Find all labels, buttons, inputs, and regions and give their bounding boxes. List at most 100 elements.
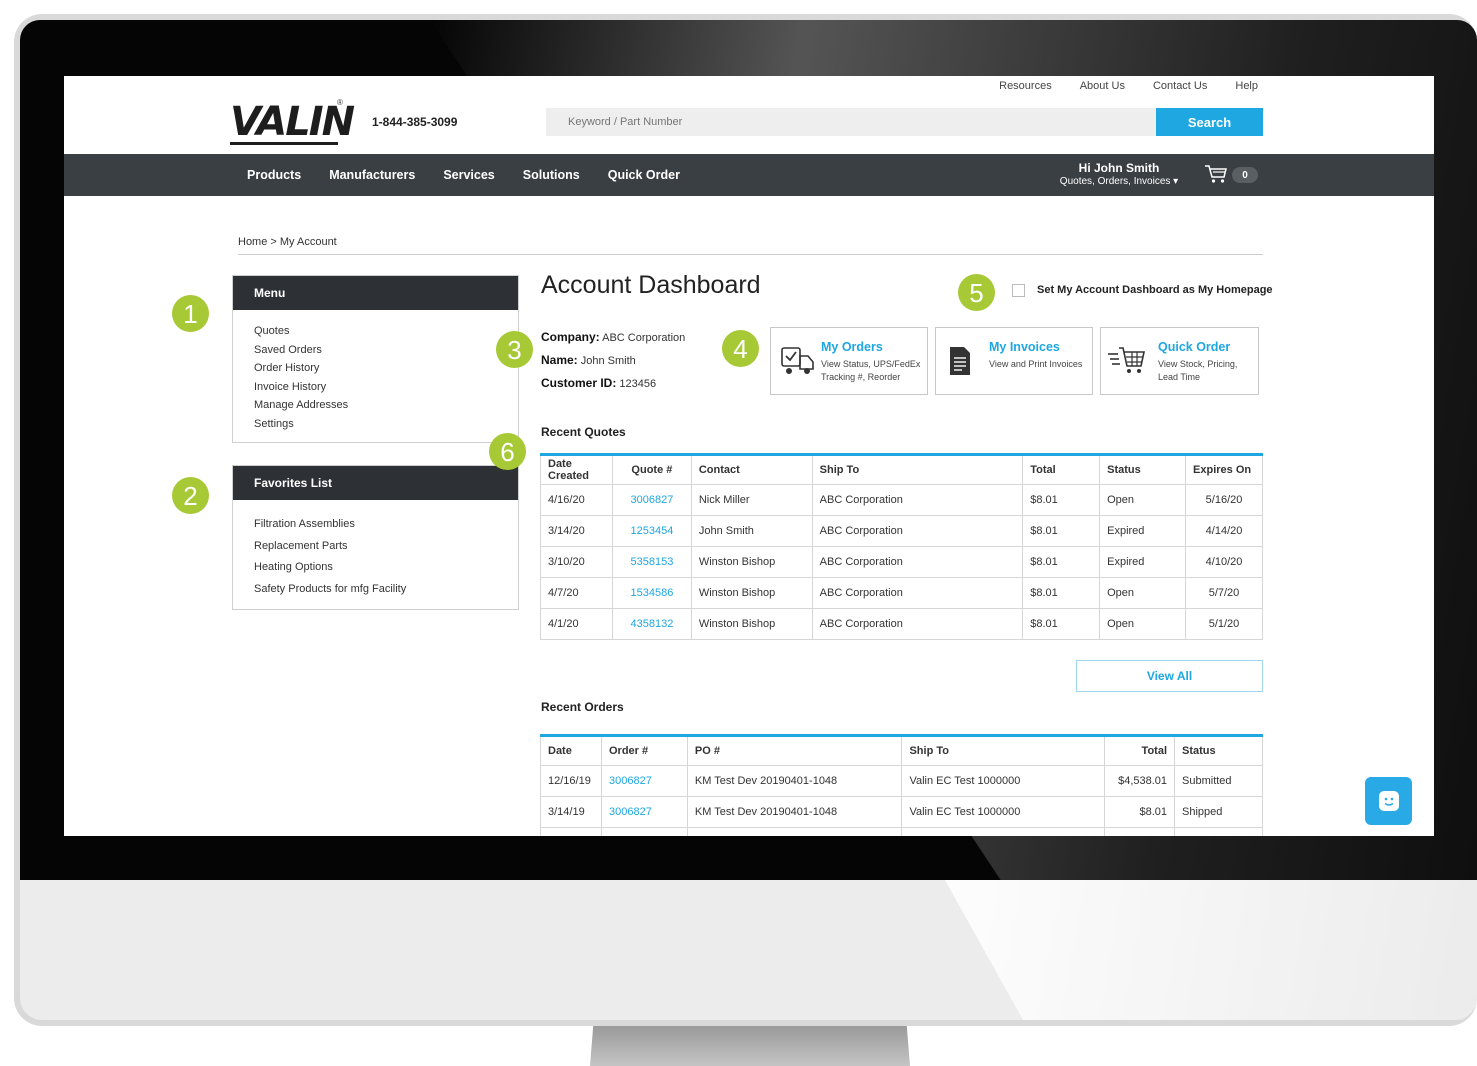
favorite-item[interactable]: Filtration Assemblies xyxy=(254,514,518,536)
cart-count-badge[interactable]: 0 xyxy=(1232,167,1258,183)
view-all-button[interactable]: View All xyxy=(1076,660,1263,692)
cell-status: Expired xyxy=(1099,515,1187,547)
quote-link[interactable]: 3006827 xyxy=(611,484,692,516)
nav-solutions[interactable]: Solutions xyxy=(523,168,580,182)
menu-item-saved-orders[interactable]: Saved Orders xyxy=(254,341,518,360)
cell-total: $4,538.01 xyxy=(1104,765,1176,797)
callout-badge-3: 3 xyxy=(496,331,533,368)
chat-button[interactable] xyxy=(1365,777,1412,825)
breadcrumb-divider xyxy=(238,254,1263,255)
cell-expires: 5/7/20 xyxy=(1185,577,1263,609)
quote-link[interactable]: 4358132 xyxy=(611,608,692,640)
quick-order-title: Quick Order xyxy=(1158,340,1231,354)
col-date[interactable]: Date xyxy=(540,735,602,766)
order-link[interactable]: 3006827 xyxy=(600,765,688,797)
account-dropdown[interactable]: Hi John Smith Quotes, Orders, Invoices ▾ xyxy=(1044,161,1194,189)
company-label: Company: xyxy=(541,330,600,344)
search-button[interactable]: Search xyxy=(1156,108,1263,136)
customer-id-value: 123456 xyxy=(619,378,657,390)
col-quote-number[interactable]: Quote # xyxy=(611,454,692,485)
util-link-help[interactable]: Help xyxy=(1235,80,1258,92)
col-status[interactable]: Status xyxy=(1099,454,1187,485)
col-total[interactable]: Total xyxy=(1104,735,1176,766)
nav-products[interactable]: Products xyxy=(247,168,301,182)
nav-services[interactable]: Services xyxy=(443,168,494,182)
nav-quick-order[interactable]: Quick Order xyxy=(608,168,680,182)
callout-badge-1: 1 xyxy=(172,295,209,332)
nav-manufacturers[interactable]: Manufacturers xyxy=(329,168,415,182)
cell-total: $8.01 xyxy=(1022,515,1101,547)
menu-panel: Menu Quotes Saved Orders Order History I… xyxy=(232,275,519,443)
quick-order-desc: View Stock, Pricing, Lead Time xyxy=(1158,359,1238,382)
menu-item-settings[interactable]: Settings xyxy=(254,415,518,434)
favorite-item[interactable]: Safety Products for mfg Facility xyxy=(254,579,518,601)
table-row: 3/14/20 1253454 John Smith ABC Corporati… xyxy=(540,515,1263,547)
callout-badge-5: 5 xyxy=(958,274,995,311)
menu-panel-title: Menu xyxy=(233,276,518,310)
util-link-about-us[interactable]: About Us xyxy=(1080,80,1125,92)
account-info: Company: ABC Corporation Name: John Smit… xyxy=(541,326,685,395)
util-link-contact-us[interactable]: Contact Us xyxy=(1153,80,1207,92)
table-row xyxy=(540,827,1263,836)
cell-total: $8.01 xyxy=(1022,608,1101,640)
homepage-checkbox[interactable] xyxy=(1012,284,1025,297)
col-date-created[interactable]: Date Created xyxy=(540,454,613,485)
utility-links: Resources About Us Contact Us Help xyxy=(999,80,1258,92)
quote-link[interactable]: 1253454 xyxy=(611,515,692,547)
menu-item-order-history[interactable]: Order History xyxy=(254,359,518,378)
cell-status: Open xyxy=(1099,484,1187,516)
quote-link[interactable]: 1534586 xyxy=(611,577,692,609)
favorite-item[interactable]: Heating Options xyxy=(254,557,518,579)
order-link[interactable] xyxy=(600,827,688,836)
valin-logo[interactable]: VALIN xyxy=(230,102,355,142)
cell-date: 12/16/19 xyxy=(540,765,602,797)
cell-date: 4/7/20 xyxy=(540,577,613,609)
chin-reflection xyxy=(945,880,1465,1020)
menu-item-manage-addresses[interactable]: Manage Addresses xyxy=(254,396,518,415)
my-orders-card[interactable]: My Orders View Status, UPS/FedEx Trackin… xyxy=(770,327,928,395)
col-expires-on[interactable]: Expires On xyxy=(1185,454,1263,485)
cell-date: 4/16/20 xyxy=(540,484,613,516)
table-row: 3/14/19 3006827 KM Test Dev 20190401-104… xyxy=(540,796,1263,828)
callout-badge-2: 2 xyxy=(172,477,209,514)
search-input[interactable] xyxy=(546,108,1157,136)
cell-ship-to xyxy=(901,827,1106,836)
cell-contact: Winston Bishop xyxy=(690,608,813,640)
quick-order-card[interactable]: Quick Order View Stock, Pricing, Lead Ti… xyxy=(1100,327,1259,395)
favorite-item[interactable]: Replacement Parts xyxy=(254,536,518,558)
col-po-number[interactable]: PO # xyxy=(686,735,903,766)
cell-contact: Nick Miller xyxy=(690,484,813,516)
quote-link[interactable]: 5358153 xyxy=(611,546,692,578)
menu-item-quotes[interactable]: Quotes xyxy=(254,322,518,341)
cell-expires: 4/10/20 xyxy=(1185,546,1263,578)
homepage-checkbox-label[interactable]: Set My Account Dashboard as My Homepage xyxy=(1037,284,1273,296)
cell-ship-to: ABC Corporation xyxy=(811,608,1024,640)
breadcrumb[interactable]: Home > My Account xyxy=(238,236,337,248)
callout-badge-4: 4 xyxy=(722,330,759,367)
cell-ship-to: ABC Corporation xyxy=(811,515,1024,547)
cell-contact: Winston Bishop xyxy=(690,577,813,609)
col-total[interactable]: Total xyxy=(1022,454,1101,485)
screen: Resources About Us Contact Us Help VALIN… xyxy=(64,76,1434,836)
col-ship-to[interactable]: Ship To xyxy=(901,735,1106,766)
util-link-resources[interactable]: Resources xyxy=(999,80,1052,92)
cell-total: $8.01 xyxy=(1022,577,1101,609)
cell-ship-to: ABC Corporation xyxy=(811,484,1024,516)
cell-total: $8.01 xyxy=(1022,546,1101,578)
name-value: John Smith xyxy=(580,355,636,367)
col-ship-to[interactable]: Ship To xyxy=(811,454,1024,485)
my-invoices-card[interactable]: My Invoices View and Print Invoices xyxy=(935,327,1093,395)
col-order-number[interactable]: Order # xyxy=(600,735,688,766)
cart-icon[interactable] xyxy=(1204,164,1228,184)
phone-number: 1-844-385-3099 xyxy=(372,115,458,129)
my-orders-desc: View Status, UPS/FedEx Tracking #, Reord… xyxy=(821,359,921,382)
page-title: Account Dashboard xyxy=(541,271,761,299)
col-status[interactable]: Status xyxy=(1174,735,1263,766)
cell-date: 3/14/20 xyxy=(540,515,613,547)
order-link[interactable]: 3006827 xyxy=(600,796,688,828)
col-contact[interactable]: Contact xyxy=(690,454,813,485)
company-value: ABC Corporation xyxy=(602,332,686,344)
menu-item-invoice-history[interactable]: Invoice History xyxy=(254,378,518,397)
recent-orders-table: Date Order # PO # Ship To Total Status 1… xyxy=(540,734,1263,836)
cell-date: 4/1/20 xyxy=(540,608,613,640)
